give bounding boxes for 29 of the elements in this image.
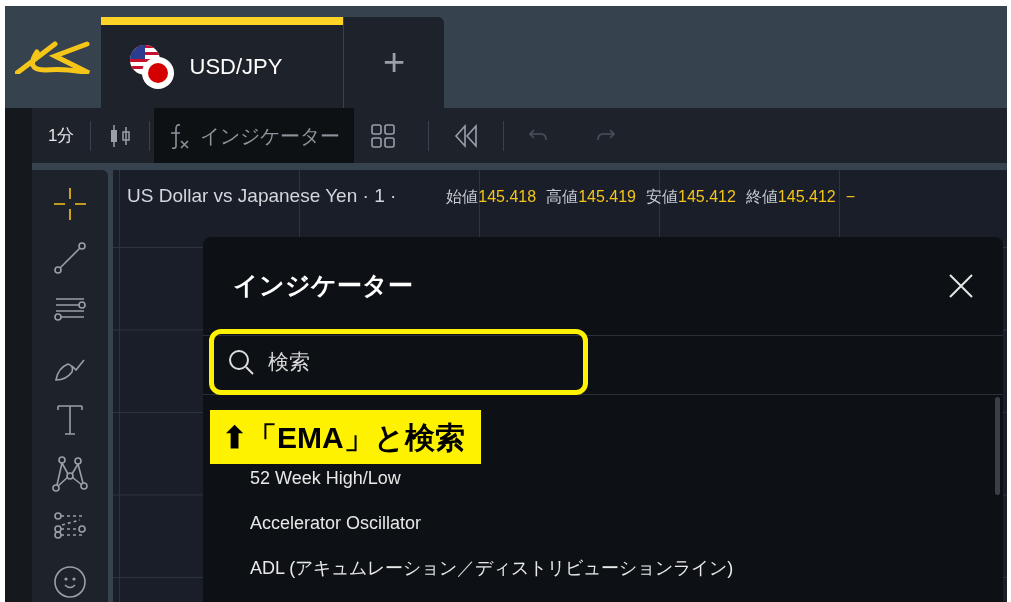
scrollbar[interactable] (995, 397, 1000, 495)
annotation-label: ⬆「EMA」と検索 (210, 410, 481, 464)
close-button[interactable] (947, 272, 975, 300)
price-label: 始値 (446, 187, 479, 207)
interval-button[interactable]: 1分 (32, 122, 91, 149)
indicator-item[interactable]: Accelerator Oscillator (250, 508, 422, 538)
price-value: 145.412 (777, 187, 836, 207)
search-input[interactable]: 検索 (266, 345, 566, 379)
indicator-item[interactable]: 52 Week High/Low (250, 463, 401, 493)
indicators-button[interactable]: インジケーター (154, 108, 355, 163)
price-label: 安値 (646, 187, 678, 207)
price-label: 終値 (745, 187, 778, 207)
indicator-item[interactable]: ADL (アキュムレーション／ディストリビューションライン) (250, 553, 734, 583)
price-value: 145.419 (578, 187, 636, 207)
price-value: 145.412 (678, 187, 736, 207)
dialog-title: インジケーター (233, 270, 413, 302)
price-label: 高値 (546, 187, 579, 207)
function-icon (168, 121, 191, 150)
tab[interactable]: USD/JPY (101, 17, 343, 108)
search-field[interactable]: 検索 (209, 329, 588, 395)
search-icon (228, 349, 254, 375)
price-value: 145.418 (478, 187, 537, 207)
layout-grid-icon[interactable] (370, 122, 397, 149)
pattern-icon[interactable] (50, 454, 90, 494)
change-value: − (845, 187, 856, 207)
tab[interactable]: + (343, 17, 444, 108)
rewind-icon[interactable] (453, 122, 480, 149)
chart-title: US Dollar vs Japanese Yen · 1 · (127, 184, 397, 208)
logo-icon (15, 40, 91, 74)
